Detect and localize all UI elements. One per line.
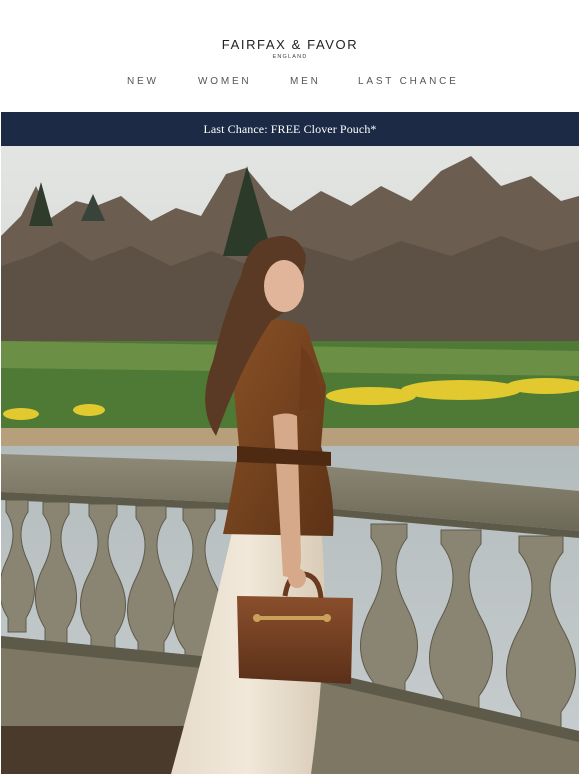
- promo-banner-text: Last Chance: FREE Clover Pouch*: [203, 121, 377, 136]
- brand-name: FAIRFAX & FAVOR: [221, 37, 359, 52]
- handbag: [237, 596, 353, 684]
- email-page: FAIRFAX & FAVOR ENGLAND NEW WOMEN MEN LA…: [0, 0, 580, 774]
- brand-subtitle: ENGLAND: [272, 54, 308, 60]
- brand-logo[interactable]: FAIRFAX & FAVOR ENGLAND: [0, 37, 580, 61]
- main-nav: NEW WOMEN MEN LAST CHANCE: [0, 76, 580, 90]
- hero-image[interactable]: [1, 146, 579, 774]
- promo-banner[interactable]: Last Chance: FREE Clover Pouch*: [1, 112, 579, 146]
- nav-item-last-chance[interactable]: LAST CHANCE: [358, 76, 459, 87]
- nav-item-new[interactable]: NEW: [127, 76, 159, 87]
- nav-item-men[interactable]: MEN: [290, 76, 321, 87]
- nav-item-women[interactable]: WOMEN: [198, 76, 251, 87]
- header: FAIRFAX & FAVOR ENGLAND NEW WOMEN MEN LA…: [0, 0, 580, 112]
- face: [264, 260, 304, 312]
